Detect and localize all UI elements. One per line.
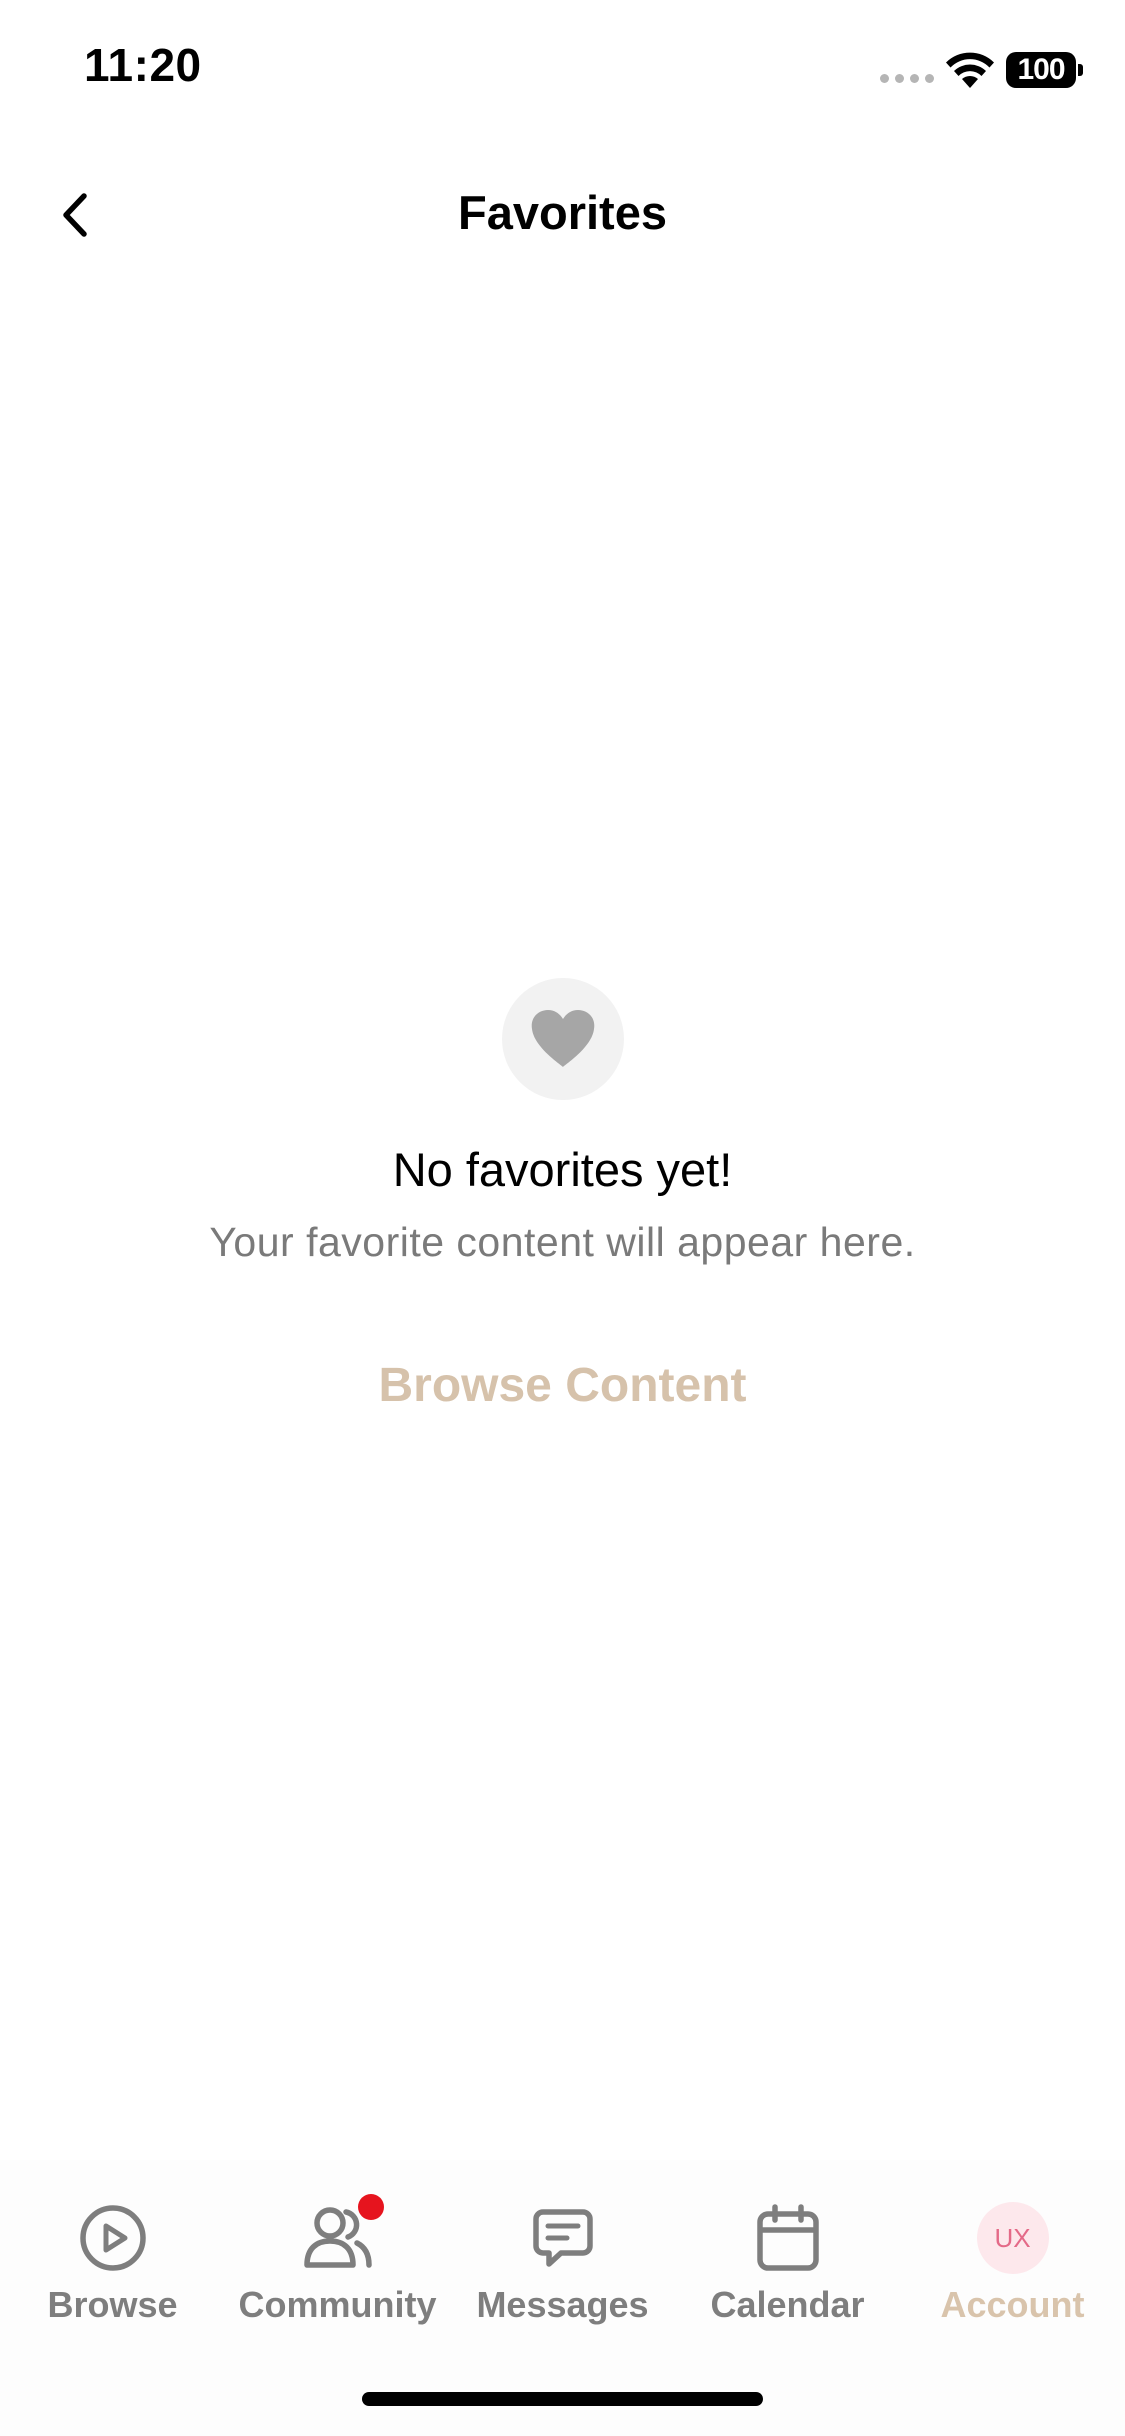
status-bar: 11:20 100	[0, 0, 1125, 140]
calendar-icon	[750, 2200, 826, 2276]
navigation-bar: Favorites	[0, 160, 1125, 270]
browse-content-button[interactable]: Browse Content	[378, 1358, 746, 1413]
notification-dot	[357, 2194, 384, 2220]
avatar: UX	[976, 2202, 1049, 2274]
empty-state-subtitle: Your favorite content will appear here.	[209, 1219, 916, 1265]
status-time: 11:20	[84, 39, 202, 91]
play-circle-icon	[75, 2200, 151, 2276]
tab-label: Account	[940, 2284, 1085, 2325]
tab-messages[interactable]: Messages	[450, 2200, 675, 2326]
tab-label: Community	[238, 2284, 437, 2325]
tab-label: Calendar	[710, 2284, 865, 2325]
cellular-signal-icon	[880, 74, 934, 83]
tab-browse[interactable]: Browse	[0, 2200, 225, 2326]
heart-icon-container	[501, 978, 624, 1100]
tab-label: Browse	[47, 2284, 178, 2325]
tab-calendar[interactable]: Calendar	[675, 2200, 900, 2326]
empty-state: No favorites yet! Your favorite content …	[0, 978, 1125, 1413]
avatar-container: UX	[975, 2200, 1051, 2276]
heart-icon	[531, 1010, 594, 1067]
empty-state-title: No favorites yet!	[392, 1143, 733, 1196]
people-icon	[300, 2194, 384, 2276]
page-title: Favorites	[458, 186, 667, 239]
tab-community[interactable]: Community	[225, 2194, 450, 2326]
wifi-icon	[946, 52, 994, 88]
battery-level: 100	[1017, 53, 1065, 86]
tab-account[interactable]: UX Account	[900, 2200, 1125, 2326]
chat-bubble-icon	[525, 2200, 601, 2276]
home-indicator	[362, 2392, 763, 2406]
battery-icon: 100	[1006, 52, 1084, 88]
tab-label: Messages	[476, 2284, 649, 2325]
